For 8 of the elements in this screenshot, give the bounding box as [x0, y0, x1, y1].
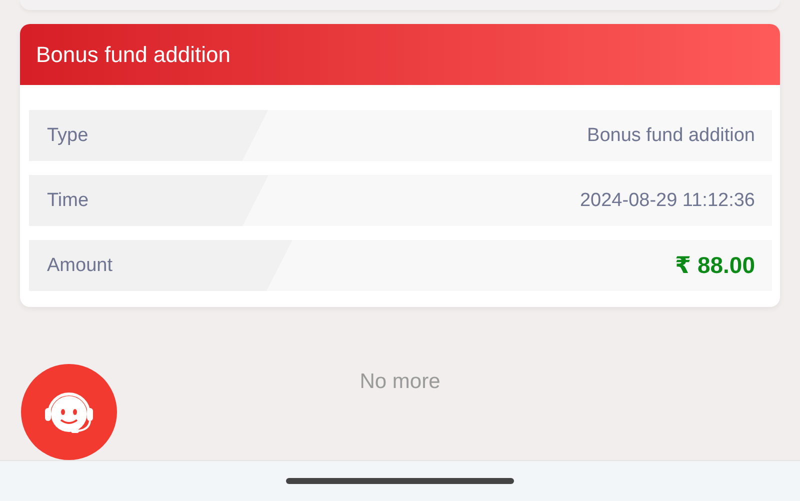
row-value: Bonus fund addition [587, 124, 756, 146]
row-label: Type [29, 110, 268, 161]
row-value: 2024-08-29 11:12:36 [580, 190, 756, 212]
end-of-list-text: No more [358, 370, 442, 394]
card-title: Bonus fund addition [20, 24, 780, 85]
row-label: Time [29, 175, 269, 226]
amount-value: ₹ 88.00 [675, 252, 756, 279]
row-label: Amount [29, 240, 292, 291]
